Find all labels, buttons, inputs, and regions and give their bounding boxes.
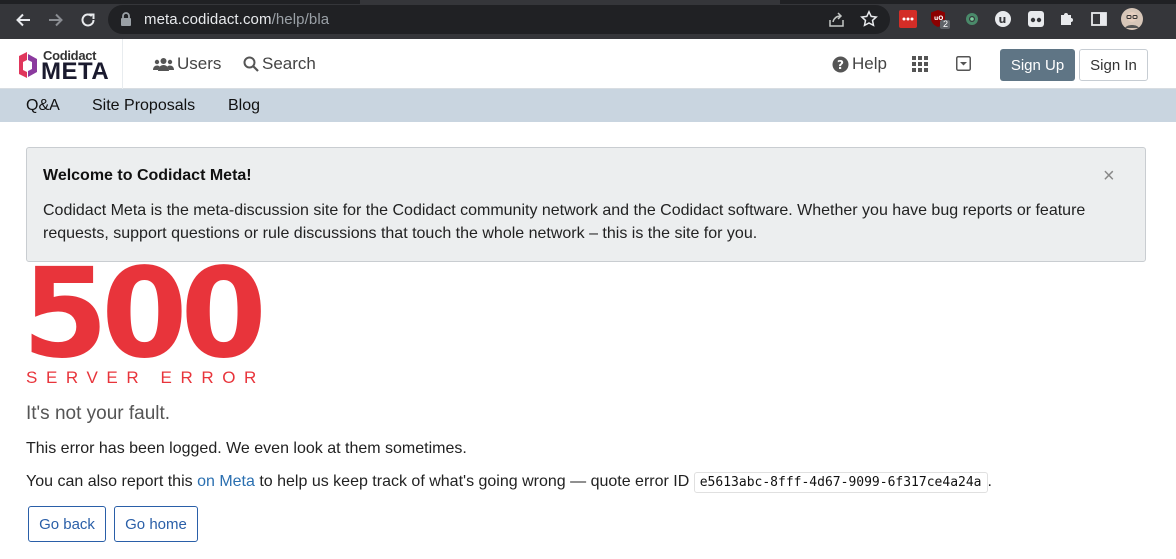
close-icon[interactable]: × bbox=[1103, 166, 1115, 186]
question-circle-icon: ? bbox=[832, 56, 849, 72]
search-link[interactable]: Search bbox=[243, 54, 316, 74]
users-link[interactable]: Users bbox=[153, 54, 221, 74]
lastpass-icon[interactable] bbox=[898, 9, 918, 29]
report-text-pre: You can also report this bbox=[26, 473, 198, 490]
profile-avatar[interactable] bbox=[1120, 7, 1144, 31]
category-bar: Q&A Site Proposals Blog bbox=[0, 89, 1176, 122]
users-label: Users bbox=[177, 54, 222, 73]
puzzle-icon[interactable] bbox=[1057, 9, 1077, 29]
users-icon bbox=[153, 57, 174, 71]
u-extension-icon[interactable]: u bbox=[993, 9, 1013, 29]
address-bar[interactable]: meta.codidact.com/help/bla bbox=[108, 5, 890, 34]
go-back-button[interactable]: Go back bbox=[28, 506, 106, 542]
site-header: Codidact META Users Search ? Help Sign U… bbox=[0, 39, 1176, 89]
codidact-logo-icon bbox=[19, 52, 37, 78]
share-icon[interactable] bbox=[828, 11, 845, 33]
logged-message: This error has been logged. We even look… bbox=[26, 440, 467, 457]
apps-grid-icon[interactable] bbox=[912, 56, 928, 72]
notice-title: Welcome to Codidact Meta! bbox=[43, 167, 252, 184]
svg-text:?: ? bbox=[837, 58, 844, 72]
url-path: /help/bla bbox=[271, 11, 330, 28]
notice-body: Codidact Meta is the meta-discussion sit… bbox=[43, 202, 1086, 242]
glasses-extension-icon[interactable] bbox=[1026, 9, 1046, 29]
url-host: meta.codidact.com bbox=[144, 11, 272, 28]
error-code: 500 bbox=[22, 242, 267, 386]
search-icon bbox=[243, 56, 259, 72]
codidact-meta-logo[interactable]: Codidact META bbox=[17, 48, 111, 85]
error-label: SERVER ERROR bbox=[26, 368, 265, 387]
dropdown-toggle-icon[interactable] bbox=[956, 56, 971, 71]
sign-in-button[interactable]: Sign In bbox=[1079, 49, 1148, 81]
gear-extension-icon[interactable] bbox=[962, 9, 982, 29]
help-label: Help bbox=[852, 54, 887, 73]
browser-toolbar: meta.codidact.com/help/bla uO 2 u bbox=[0, 0, 1176, 39]
lock-icon[interactable] bbox=[120, 12, 132, 32]
search-label: Search bbox=[262, 54, 316, 73]
active-tab[interactable] bbox=[360, 0, 780, 4]
help-link[interactable]: ? Help bbox=[832, 54, 887, 74]
category-blog[interactable]: Blog bbox=[228, 97, 260, 115]
error-id: e5613abc-8fff-4d67-9099-6f317ce4a24a bbox=[693, 472, 988, 493]
meta-link[interactable]: on Meta bbox=[197, 473, 255, 490]
report-text-end: . bbox=[987, 473, 992, 490]
go-home-button[interactable]: Go home bbox=[114, 506, 198, 542]
category-qa[interactable]: Q&A bbox=[26, 97, 60, 115]
sidepanel-icon[interactable] bbox=[1089, 9, 1109, 29]
category-site-proposals[interactable]: Site Proposals bbox=[92, 97, 195, 115]
ublock-icon[interactable]: uO 2 bbox=[930, 9, 950, 29]
sign-up-button[interactable]: Sign Up bbox=[1000, 49, 1075, 81]
report-message: You can also report this on Meta to help… bbox=[26, 472, 992, 493]
url-text[interactable]: meta.codidact.com/help/bla bbox=[144, 11, 329, 28]
ublock-badge: 2 bbox=[943, 19, 949, 29]
svg-text:u: u bbox=[999, 13, 1007, 26]
logo-text-meta: META bbox=[41, 58, 110, 85]
reload-icon[interactable] bbox=[77, 9, 99, 31]
back-arrow-icon[interactable] bbox=[12, 9, 34, 31]
report-text-post: to help us keep track of what's going wr… bbox=[254, 473, 694, 490]
header-divider bbox=[122, 39, 123, 89]
bookmark-star-icon[interactable] bbox=[860, 10, 878, 33]
tab-strip bbox=[0, 0, 1176, 4]
fault-message: It's not your fault. bbox=[26, 403, 171, 424]
forward-arrow-icon[interactable] bbox=[45, 9, 67, 31]
